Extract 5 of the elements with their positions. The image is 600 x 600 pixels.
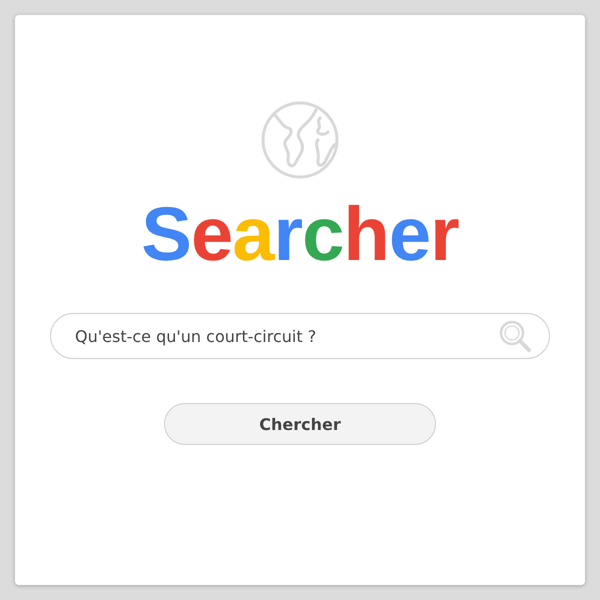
search-button[interactable]: Chercher	[164, 403, 436, 445]
search-icon[interactable]	[498, 319, 532, 353]
logo-text: Searcher	[141, 192, 459, 278]
search-field[interactable]: Qu'est-ce qu'un court-circuit ?	[50, 313, 550, 359]
globe-icon	[260, 100, 340, 180]
